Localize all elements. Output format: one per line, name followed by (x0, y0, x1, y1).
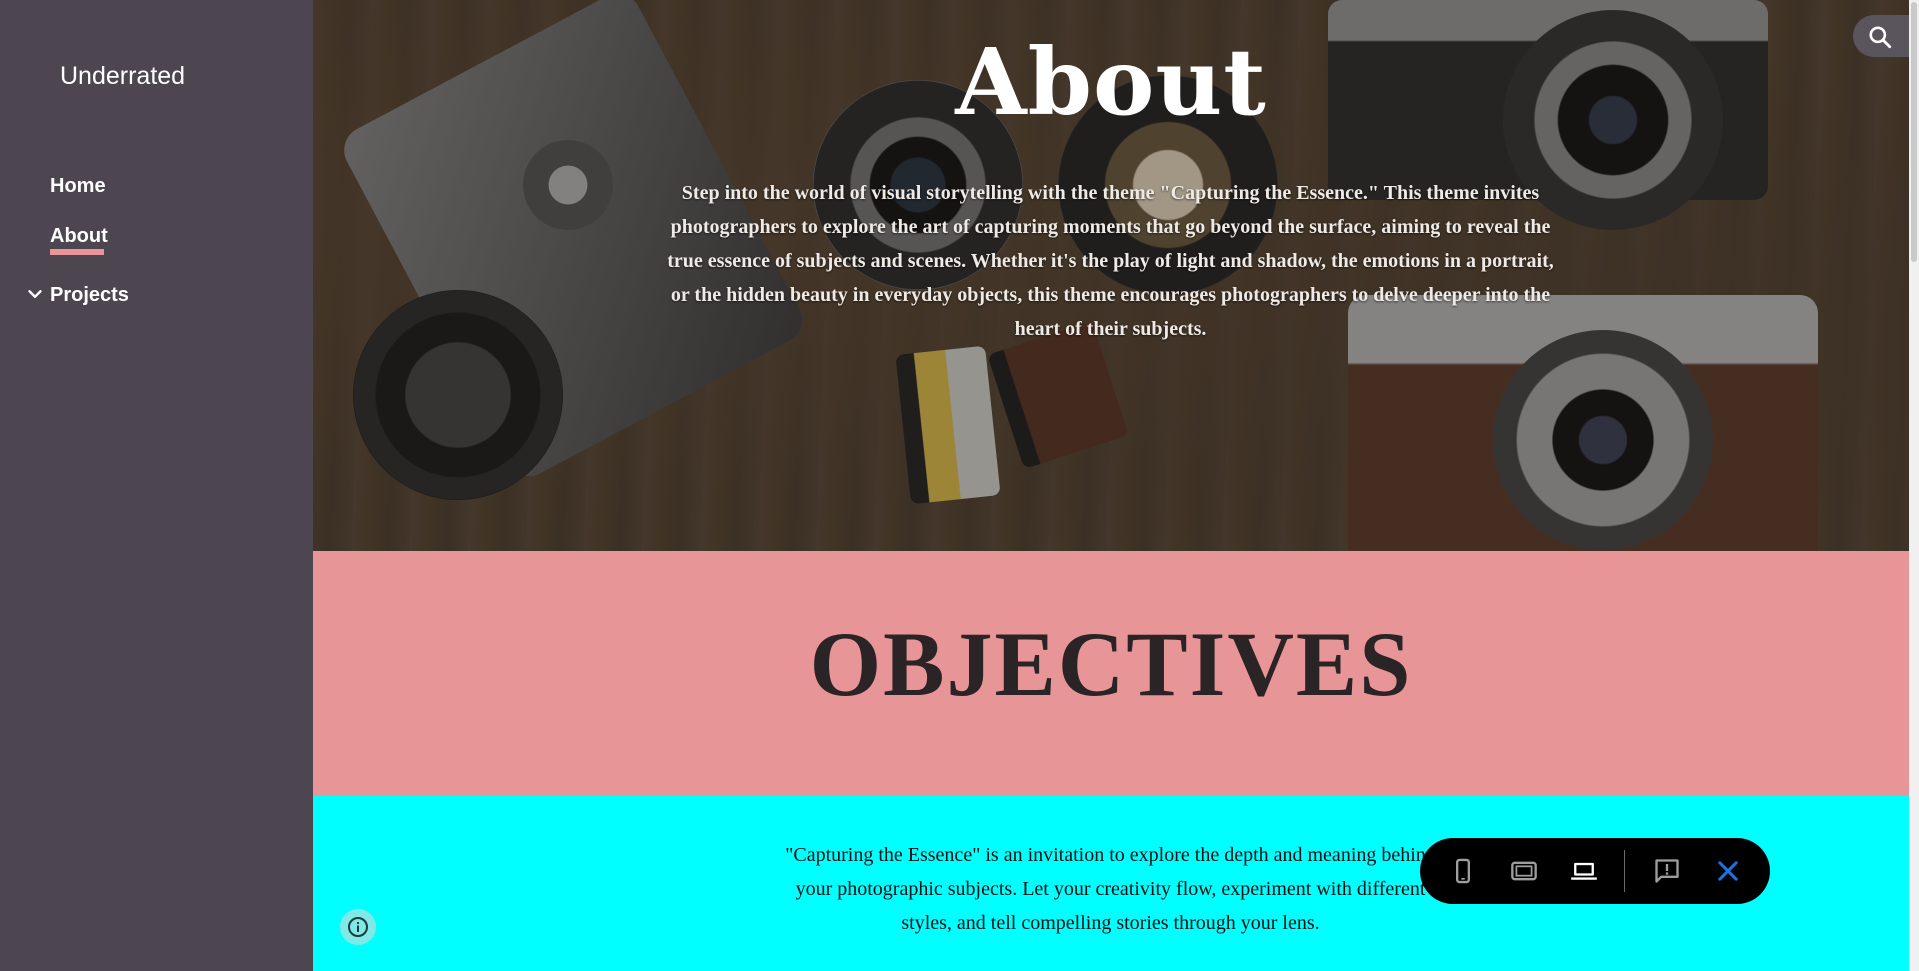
tablet-icon[interactable] (1510, 857, 1538, 885)
page-title: About (955, 28, 1267, 136)
objectives-section: OBJECTIVES (313, 551, 1909, 796)
chevron-down-icon[interactable] (24, 283, 46, 305)
main-content: About Step into the world of visual stor… (313, 0, 1909, 971)
objectives-heading: OBJECTIVES (809, 613, 1413, 715)
toolbar-divider (1624, 850, 1625, 892)
intro-text: "Capturing the Essence" is an invitation… (785, 844, 1436, 934)
info-icon (348, 917, 368, 937)
info-button[interactable] (340, 909, 376, 945)
close-icon[interactable] (1714, 857, 1742, 885)
sidebar: Underrated Home About Projects (0, 0, 313, 971)
search-icon (1869, 26, 1892, 49)
phone-icon[interactable] (1449, 857, 1477, 885)
hero-description: Step into the world of visual storytelli… (667, 182, 1554, 340)
hero-banner: About Step into the world of visual stor… (313, 0, 1909, 551)
nav-item-about[interactable]: About (50, 225, 108, 248)
site-title[interactable]: Underrated (60, 62, 185, 91)
feedback-icon[interactable] (1653, 857, 1681, 885)
nav-item-projects[interactable]: Projects (50, 284, 129, 307)
search-button[interactable] (1853, 15, 1911, 57)
scrollbar-thumb[interactable] (1911, 2, 1917, 262)
nav-item-home[interactable]: Home (50, 175, 106, 198)
laptop-icon[interactable] (1570, 857, 1598, 885)
active-nav-underline (50, 249, 104, 255)
preview-toolbar (1420, 838, 1770, 904)
